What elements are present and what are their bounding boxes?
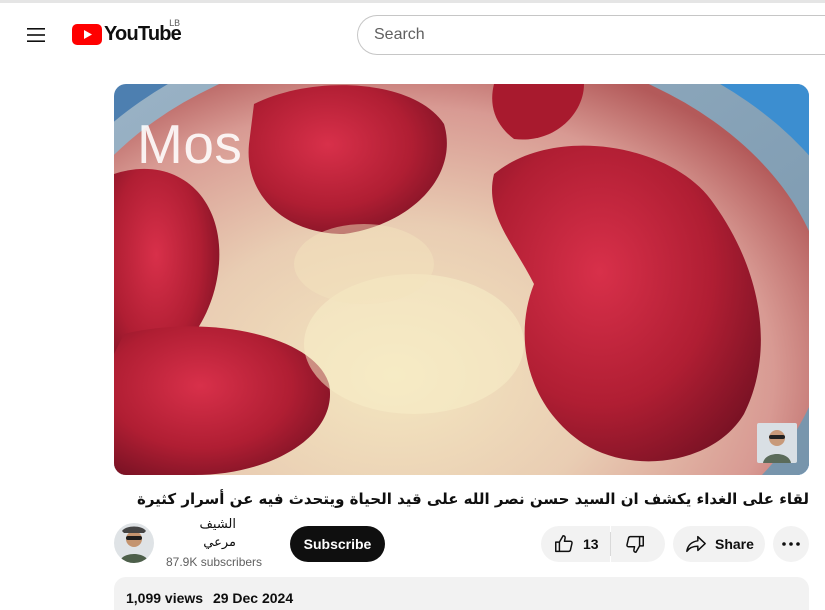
- country-code: LB: [169, 19, 181, 29]
- channel-owner: الشيف مرعي 87.9K subscribers: [114, 517, 262, 569]
- video-title: لقاء على الغداء يكشف ان السيد حسن نصر ال…: [136, 490, 809, 508]
- youtube-play-icon: [72, 23, 102, 45]
- description-box[interactable]: 1,099 views 29 Dec 2024: [114, 577, 809, 610]
- guide-menu-button[interactable]: [16, 17, 56, 53]
- video-player[interactable]: Mos: [114, 84, 809, 475]
- like-button[interactable]: 13: [541, 526, 610, 562]
- watermark-image: [757, 423, 797, 463]
- search-box[interactable]: [357, 15, 825, 55]
- youtube-logo[interactable]: YouTube: [72, 19, 182, 49]
- channel-info: الشيف مرعي 87.9K subscribers: [166, 516, 262, 571]
- channel-watermark[interactable]: [757, 423, 797, 463]
- more-actions-button[interactable]: [773, 526, 809, 562]
- search-input[interactable]: [374, 26, 825, 44]
- channel-name[interactable]: الشيف مرعي: [166, 516, 236, 552]
- more-icon: [782, 542, 800, 546]
- channel-avatar[interactable]: [114, 523, 154, 563]
- like-count: 13: [583, 536, 599, 552]
- view-count: 1,099 views: [126, 590, 204, 606]
- hamburger-menu-icon: [27, 28, 45, 42]
- subscriber-count: 87.9K subscribers: [166, 554, 263, 569]
- subscribe-button[interactable]: Subscribe: [290, 526, 385, 562]
- like-icon: [555, 535, 573, 553]
- upload-date: 29 Dec 2024: [212, 590, 294, 606]
- avatar-image: [114, 523, 154, 563]
- video-overlay-text: Mos: [137, 113, 243, 175]
- dislike-button[interactable]: [611, 526, 665, 562]
- top-bar: YouTube LB: [0, 0, 825, 64]
- share-icon: [686, 535, 706, 553]
- dislike-icon: [626, 535, 644, 553]
- share-label: Share: [715, 536, 754, 552]
- share-button[interactable]: Share: [673, 526, 765, 562]
